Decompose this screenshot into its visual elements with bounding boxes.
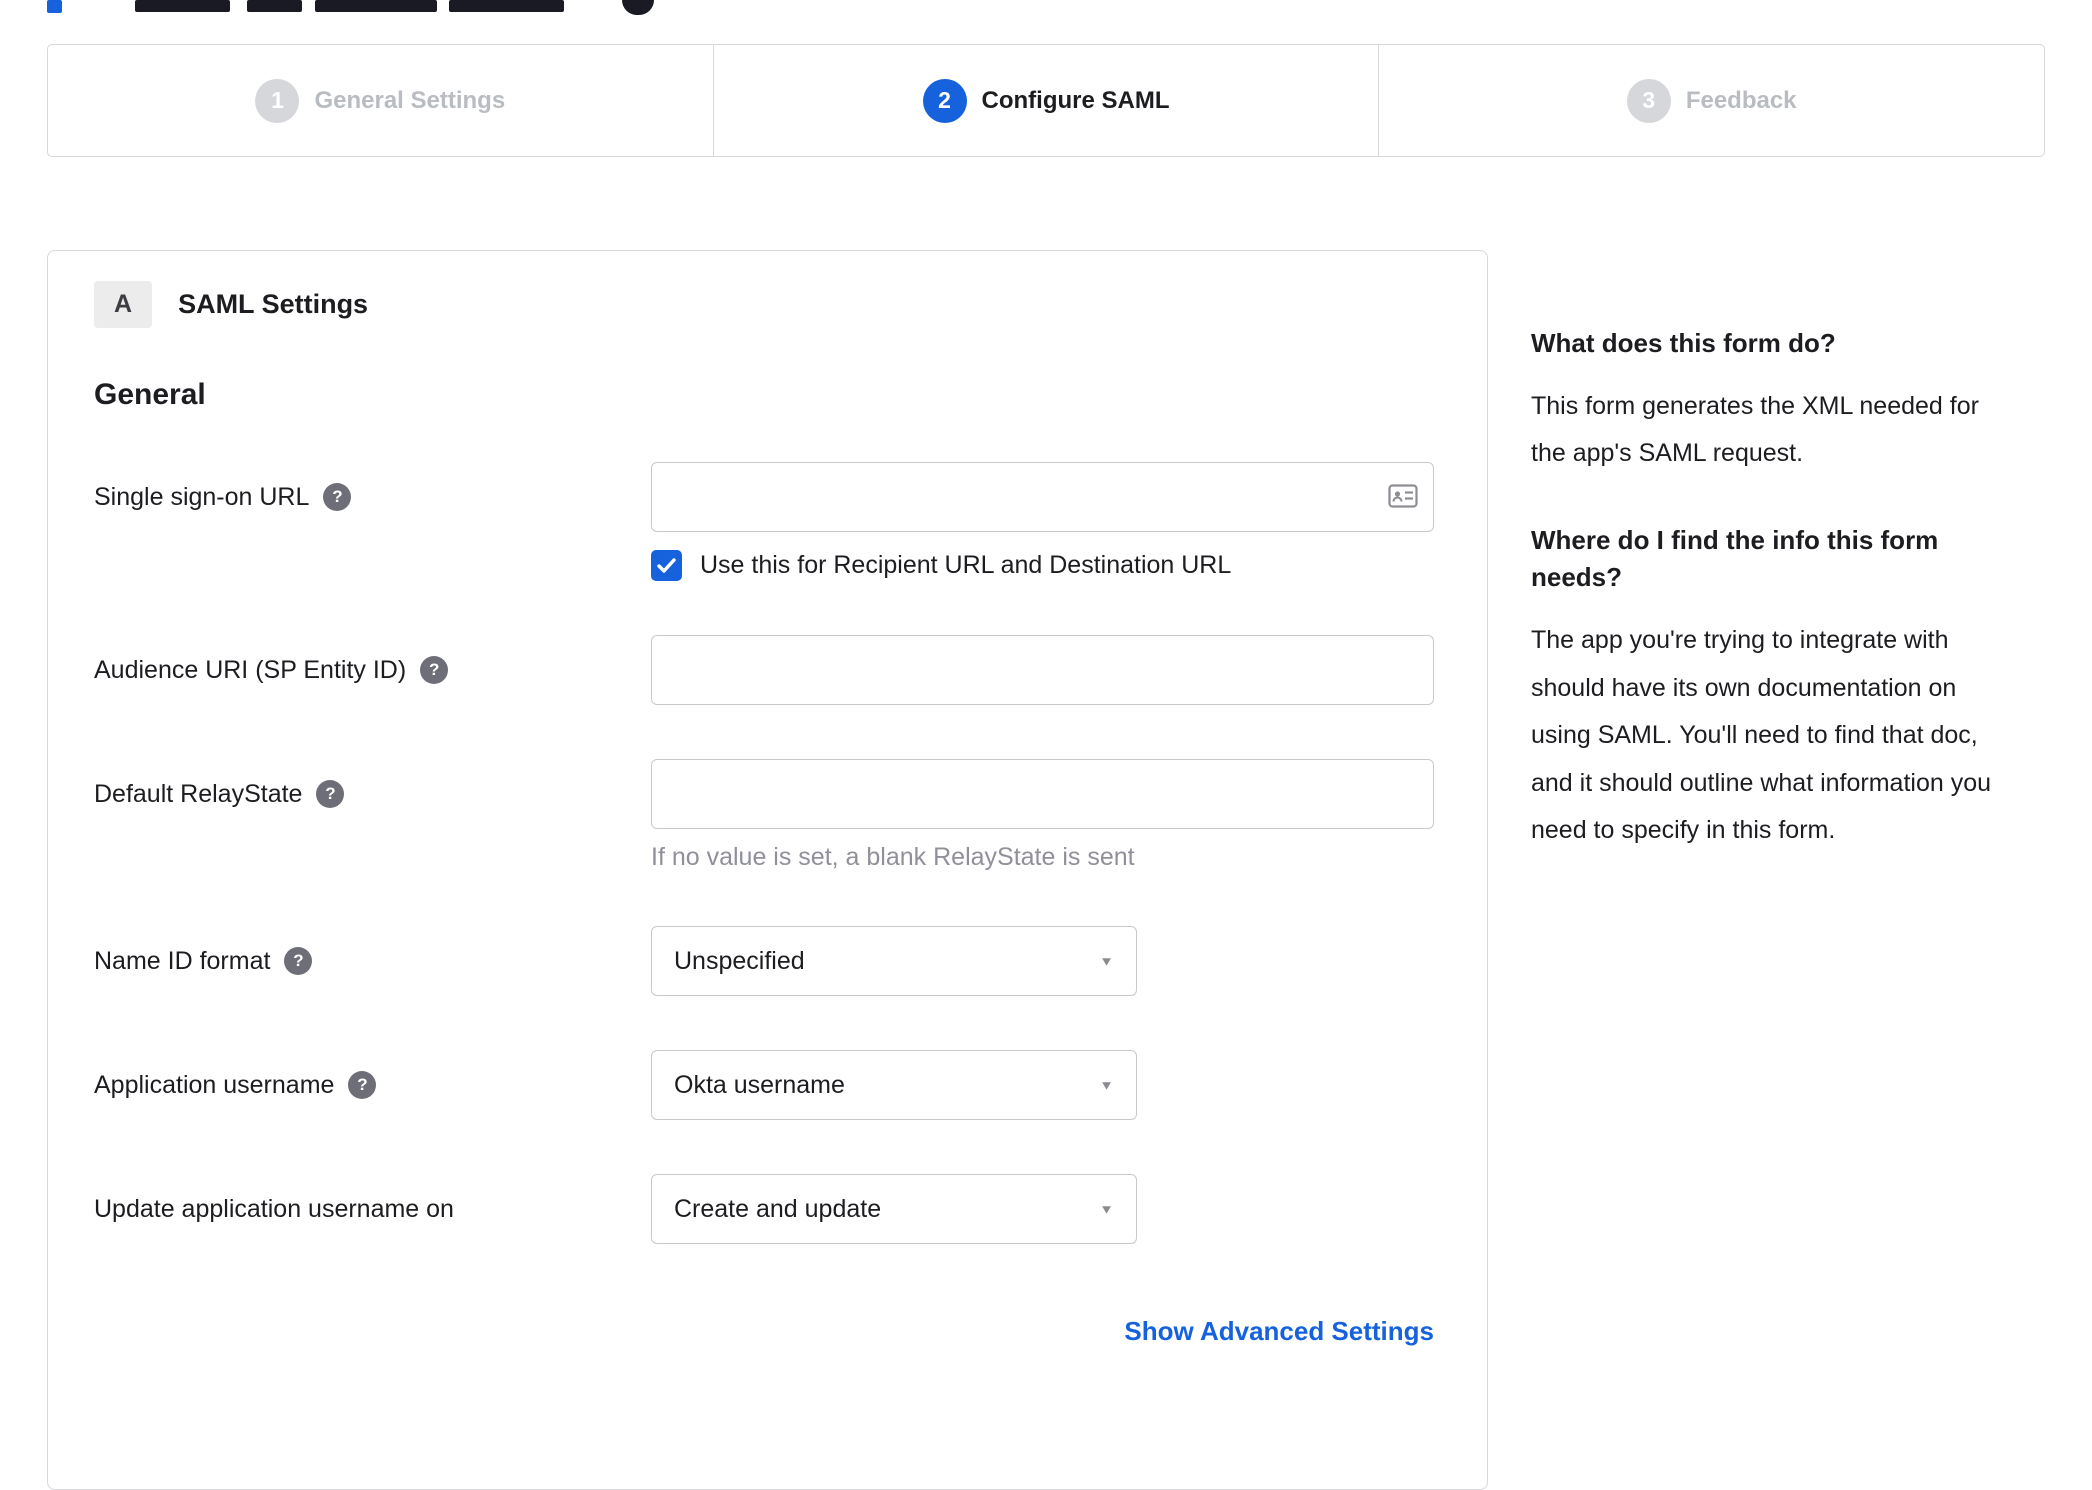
clipped-title-fragment xyxy=(449,0,564,12)
field-input-cell: Okta username ▼ xyxy=(651,1050,1434,1120)
saml-settings-panel: A SAML Settings General Single sign-on U… xyxy=(47,250,1488,1490)
field-label-cell: Audience URI (SP Entity ID) ? xyxy=(94,635,651,705)
recipient-url-checkbox-row: Use this for Recipient URL and Destinati… xyxy=(651,550,1434,581)
caret-down-icon: ▼ xyxy=(1099,1077,1114,1093)
application-username-select[interactable]: Okta username ▼ xyxy=(651,1050,1137,1120)
field-input-cell: Unspecified ▼ xyxy=(651,926,1434,996)
help-icon[interactable]: ? xyxy=(420,656,449,684)
clipped-page-title xyxy=(47,0,2045,28)
section-badge: A xyxy=(94,281,153,328)
field-label-cell: Application username ? xyxy=(94,1050,651,1120)
field-label-cell: Default RelayState ? xyxy=(94,759,651,829)
wizard-stepper: 1 General Settings 2 Configure SAML 3 Fe… xyxy=(47,44,2045,157)
caret-down-icon: ▼ xyxy=(1099,1201,1114,1217)
field-label-cell: Single sign-on URL ? xyxy=(94,462,651,532)
advanced-settings-row: Show Advanced Settings xyxy=(94,1316,1434,1347)
step-general-settings[interactable]: 1 General Settings xyxy=(48,45,713,156)
step-configure-saml[interactable]: 2 Configure SAML xyxy=(712,45,1379,156)
audience-uri-input[interactable] xyxy=(651,635,1434,705)
checkbox-label: Use this for Recipient URL and Destinati… xyxy=(700,551,1232,579)
field-input-cell: If no value is set, a blank RelayState i… xyxy=(651,759,1434,872)
recipient-url-checkbox[interactable] xyxy=(651,550,682,581)
page: 1 General Settings 2 Configure SAML 3 Fe… xyxy=(0,0,2092,1490)
input-wrap xyxy=(651,462,1434,532)
name-id-format-select[interactable]: Unspecified ▼ xyxy=(651,926,1137,996)
field-update-application-username: Update application username on Create an… xyxy=(94,1174,1434,1244)
contact-card-icon[interactable] xyxy=(1388,483,1418,509)
field-name-id-format: Name ID format ? Unspecified ▼ xyxy=(94,926,1434,996)
field-label-cell: Update application username on xyxy=(94,1174,651,1244)
caret-down-icon: ▼ xyxy=(1099,953,1114,969)
group-title: General xyxy=(94,378,206,411)
relaystate-helper-text: If no value is set, a blank RelayState i… xyxy=(651,843,1135,871)
section-header: A SAML Settings xyxy=(94,281,1434,328)
help-sidebar: What does this form do? This form genera… xyxy=(1531,250,2011,899)
help-icon[interactable]: ? xyxy=(284,947,313,975)
field-input-cell xyxy=(651,635,1434,705)
default-relaystate-input[interactable] xyxy=(651,759,1434,829)
clipped-title-fragment xyxy=(247,0,302,12)
help-icon[interactable]: ? xyxy=(348,1071,377,1099)
step-label: Feedback xyxy=(1685,86,1797,114)
sidebar-heading: What does this form do? xyxy=(1531,328,1836,358)
field-label: Single sign-on URL xyxy=(94,482,310,511)
help-icon[interactable]: ? xyxy=(316,780,345,808)
clipped-title-fragment xyxy=(135,0,230,12)
field-application-username: Application username ? Okta username ▼ xyxy=(94,1050,1434,1120)
field-label: Audience URI (SP Entity ID) xyxy=(94,655,407,684)
field-label-cell: Name ID format ? xyxy=(94,926,651,996)
step-label: Configure SAML xyxy=(981,86,1170,114)
field-single-sign-on-url: Single sign-on URL ? Use this for Recipi… xyxy=(94,462,1434,581)
show-advanced-settings-link[interactable]: Show Advanced Settings xyxy=(1124,1316,1434,1346)
step-number-badge: 1 xyxy=(255,78,300,123)
update-application-username-select[interactable]: Create and update ▼ xyxy=(651,1174,1137,1244)
check-icon xyxy=(657,558,676,573)
step-number-badge: 3 xyxy=(1626,78,1671,123)
field-label: Update application username on xyxy=(94,1194,454,1223)
field-label: Name ID format xyxy=(94,946,271,975)
step-number-badge: 2 xyxy=(922,78,967,123)
clipped-help-icon xyxy=(622,0,654,15)
select-value: Create and update xyxy=(674,1194,882,1223)
step-label: General Settings xyxy=(314,86,506,114)
clipped-title-fragment xyxy=(47,0,62,13)
field-label: Application username xyxy=(94,1070,335,1099)
sidebar-heading: Where do I find the info this form needs… xyxy=(1531,524,1939,593)
sidebar-paragraph: This form generates the XML needed for t… xyxy=(1531,391,1979,468)
field-audience-uri: Audience URI (SP Entity ID) ? xyxy=(94,635,1434,705)
step-feedback[interactable]: 3 Feedback xyxy=(1378,45,2044,156)
field-label: Default RelayState xyxy=(94,779,303,808)
select-value: Unspecified xyxy=(674,946,805,975)
single-sign-on-url-input[interactable] xyxy=(651,462,1434,532)
field-input-cell: Use this for Recipient URL and Destinati… xyxy=(651,462,1434,581)
section-title: SAML Settings xyxy=(178,289,369,319)
help-icon[interactable]: ? xyxy=(323,483,352,511)
content-area: A SAML Settings General Single sign-on U… xyxy=(47,250,2045,1490)
field-input-cell: Create and update ▼ xyxy=(651,1174,1434,1244)
field-default-relaystate: Default RelayState ? If no value is set,… xyxy=(94,759,1434,872)
clipped-title-fragment xyxy=(315,0,437,12)
select-value: Okta username xyxy=(674,1070,845,1099)
sidebar-paragraph: The app you're trying to integrate with … xyxy=(1531,626,1992,845)
